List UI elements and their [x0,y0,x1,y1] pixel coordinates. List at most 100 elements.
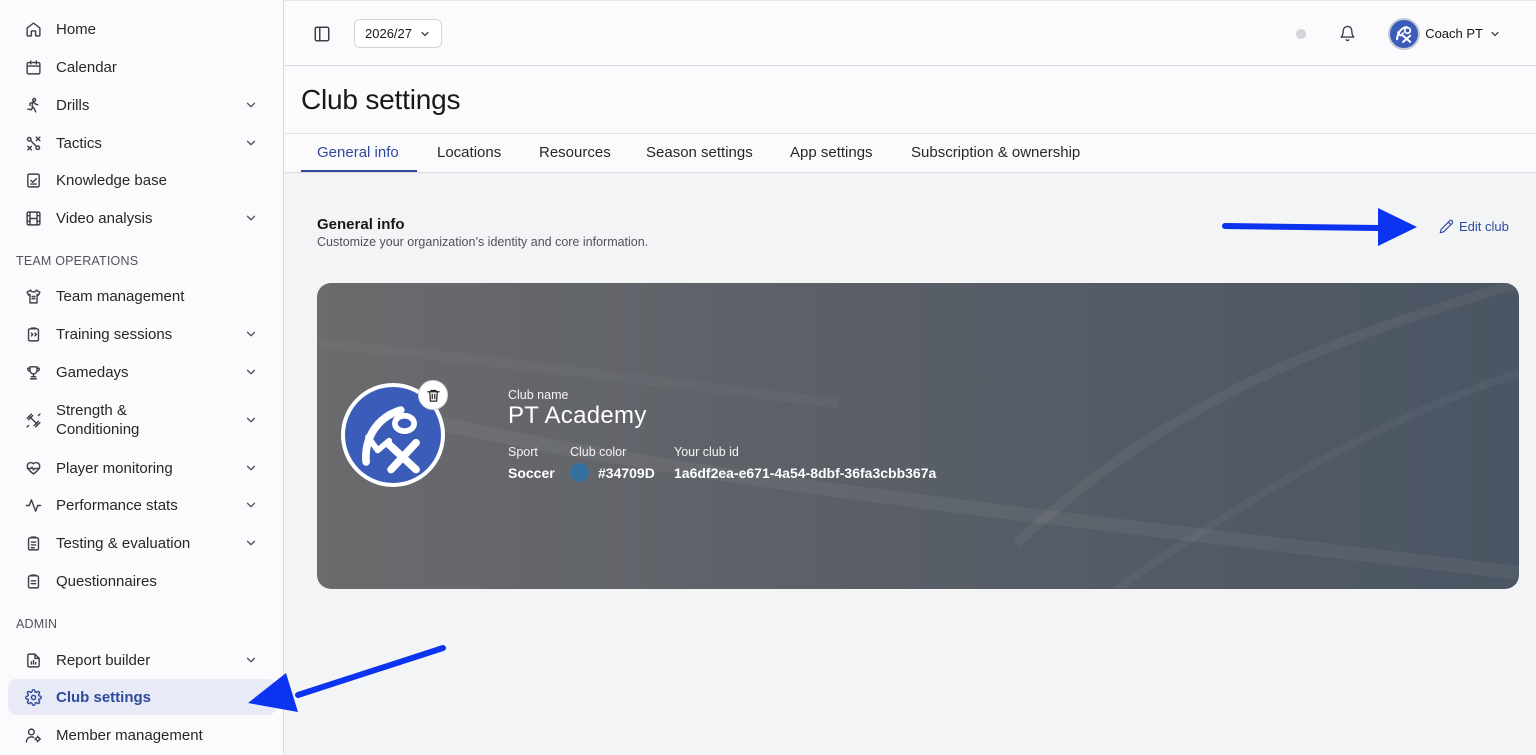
sport-label: Sport [508,445,538,459]
chevron-down-icon[interactable] [244,136,258,150]
sidebar-item-label: Home [56,20,97,38]
sidebar-item-performance-stats[interactable]: Performance stats [8,487,276,523]
film-icon [24,209,42,227]
page-header: Club settings General info Locations Res… [285,66,1536,173]
active-tab-indicator [301,170,417,172]
club-name-label: Club name [508,388,569,402]
club-name: PT Academy [508,402,647,429]
sidebar-item-home[interactable]: Home [8,11,276,47]
delete-logo-button[interactable] [418,380,448,410]
sidebar-item-label-line1: Strength & [56,402,127,419]
chevron-down-icon[interactable] [244,327,258,341]
sidebar-item-label: Member management [56,726,203,744]
tab-season-settings[interactable]: Season settings [646,144,753,161]
sidebar-item-label-line2: Conditioning [56,421,140,438]
club-color-value: #34709D [598,465,655,481]
sidebar-item-label: Video analysis [56,209,153,227]
club-color-swatch [570,463,589,482]
top-bar: 2026/27 Coach PT [285,0,1536,66]
club-color-label: Club color [570,445,627,459]
sidebar-item-strength-conditioning[interactable]: Strength & Conditioning [8,396,276,444]
general-info-title: General info [317,216,405,233]
sidebar-item-label: Performance stats [56,496,178,514]
club-logo-mark-icon [1395,25,1412,43]
sidebar-item-label: Drills [56,96,90,114]
chevron-down-icon[interactable] [244,461,258,475]
heart-pulse-icon [24,459,42,477]
sidebar: Home Calendar Drills Tactics Knowledge b… [0,0,284,755]
edit-club-button[interactable]: Edit club [1439,219,1509,234]
section-label-admin: ADMIN [16,617,58,631]
avatar[interactable] [1388,18,1420,50]
sidebar-item-testing-evaluation[interactable]: Testing & evaluation [8,525,276,561]
status-dot [1296,29,1306,39]
home-icon [24,20,42,38]
tab-subscription-ownership[interactable]: Subscription & ownership [911,144,1080,161]
season-select[interactable]: 2026/27 [354,19,442,48]
sidebar-item-label: Strength & Conditioning [56,401,139,439]
sidebar-item-club-settings[interactable]: Club settings [8,679,276,715]
user-gear-icon [24,726,42,744]
season-select-value: 2026/27 [365,26,412,41]
sidebar-item-label: Questionnaires [56,572,157,590]
sidebar-item-label: Knowledge base [56,171,167,189]
tab-app-settings[interactable]: App settings [790,144,873,161]
sidebar-item-label: Tactics [56,134,102,152]
tab-resources[interactable]: Resources [539,144,611,161]
clipboard-list-icon [24,534,42,552]
running-icon [24,96,42,114]
bell-icon[interactable] [1339,25,1356,42]
edit-club-label: Edit club [1459,219,1509,234]
section-label-team-operations: TEAM OPERATIONS [16,254,139,268]
sidebar-item-member-management[interactable]: Member management [8,717,276,753]
trash-icon [426,389,440,402]
chevron-down-icon[interactable] [244,211,258,225]
report-icon [24,651,42,669]
trophy-icon [24,363,42,381]
sidebar-item-training-sessions[interactable]: Training sessions [8,316,276,352]
chevron-down-icon[interactable] [244,413,258,427]
tab-general-info[interactable]: General info [317,144,399,161]
chevron-down-icon[interactable] [244,365,258,379]
annotation-arrow-edit-club [1222,208,1417,246]
sidebar-item-label: Player monitoring [56,459,173,477]
chevron-down-icon [421,31,429,37]
sidebar-item-team-management[interactable]: Team management [8,278,276,314]
club-id-label: Your club id [674,445,739,459]
user-name[interactable]: Coach PT [1425,26,1483,41]
gear-icon [24,688,42,706]
chevron-down-icon[interactable] [1489,28,1501,40]
sidebar-item-drills[interactable]: Drills [8,87,276,123]
sidebar-item-report-builder[interactable]: Report builder [8,642,276,678]
club-id-value: 1a6df2ea-e671-4a54-8dbf-36fa3cbb367a [674,465,937,481]
sidebar-item-knowledge-base[interactable]: Knowledge base [8,162,276,198]
sidebar-item-label: Team management [56,287,185,305]
sidebar-item-calendar[interactable]: Calendar [8,49,276,85]
checkbook-icon [24,171,42,189]
activity-icon [24,496,42,514]
sidebar-toggle-icon[interactable] [313,25,331,43]
sidebar-item-player-monitoring[interactable]: Player monitoring [8,450,276,486]
sidebar-item-label: Testing & evaluation [56,534,191,552]
calendar-icon [24,58,42,76]
sidebar-item-label: Calendar [56,58,117,76]
sidebar-item-label: Report builder [56,651,151,669]
chevron-down-icon[interactable] [244,653,258,667]
clipboard-check-icon [24,572,42,590]
club-card: Club name PT Academy Sport Soccer Club c… [317,283,1519,589]
chevron-down-icon[interactable] [244,536,258,550]
tabs-divider [285,133,1536,134]
sidebar-item-label: Training sessions [56,325,173,343]
shirt-icon [24,287,42,305]
sport-value: Soccer [508,465,555,481]
chevron-down-icon[interactable] [244,98,258,112]
sidebar-item-video-analysis[interactable]: Video analysis [8,200,276,236]
sidebar-item-label: Club settings [56,688,152,706]
sidebar-item-gamedays[interactable]: Gamedays [8,354,276,390]
chevron-down-icon[interactable] [244,498,258,512]
sidebar-item-tactics[interactable]: Tactics [8,125,276,161]
tab-locations[interactable]: Locations [437,144,501,161]
page-title: Club settings [301,84,461,115]
dumbbell-icon [24,411,42,429]
sidebar-item-questionnaires[interactable]: Questionnaires [8,563,276,599]
